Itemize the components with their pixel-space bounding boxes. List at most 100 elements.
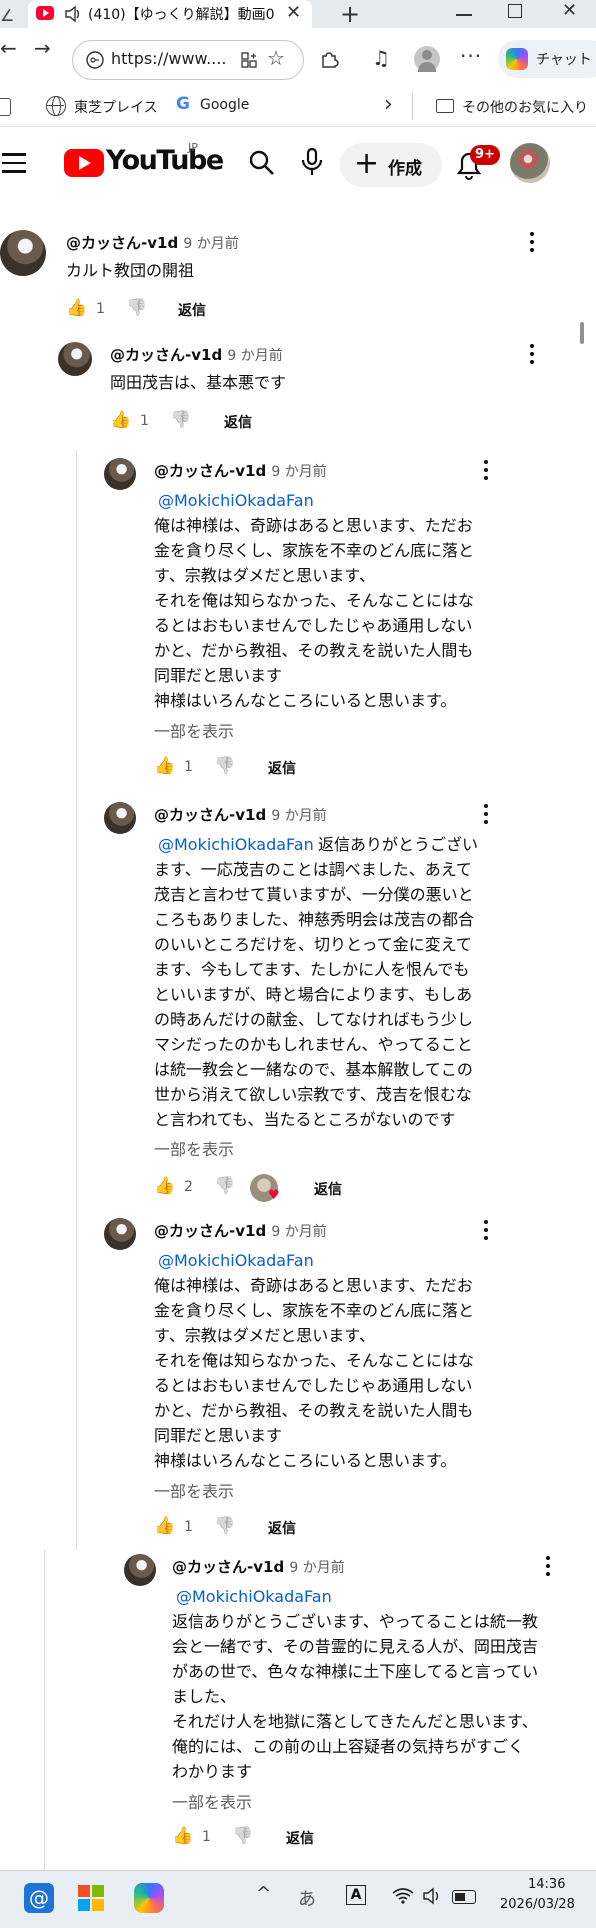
comment-menu-icon[interactable] [546,1556,550,1580]
show-hidden-icons-icon[interactable]: ^ [256,1883,271,1904]
browser-tab-bar: ∠ (410)【ゆっくり解説】動画001 岡 ✕ + ✕ [0,0,596,28]
address-bar[interactable]: https://www.... ☆ [72,40,304,80]
menu-icon[interactable] [2,153,26,173]
tab-actions-icon[interactable] [0,98,11,116]
comment-text: 俺は神様は、奇跡はあると思います、ただお 金を貪り尽くし、家族を不幸のどん底に落… [154,1276,475,1470]
like-icon[interactable]: 👍 [154,756,175,776]
account-avatar[interactable] [510,143,550,183]
comment-time: 9 か月前 [271,808,327,824]
youtube-logo-text[interactable]: YouTube [106,145,224,176]
comment-actions: 👍 2 👎 ♥ 返信 [154,1174,454,1204]
battery-icon[interactable] [452,1890,476,1904]
dislike-icon[interactable]: 👎 [214,1176,235,1196]
mention-link[interactable]: @MokichiOkadaFan [158,488,314,513]
new-tab-icon[interactable]: + [340,0,360,28]
settings-more-icon[interactable]: ··· [460,44,482,68]
ime-pad-icon[interactable]: A [346,1885,366,1905]
minimize-icon[interactable] [456,14,472,16]
like-icon[interactable]: 👍 [110,410,131,430]
reply-button[interactable]: 返信 [178,300,206,320]
comment-text: 返信ありがとうございます、やってることは統一教 会と一緒です、その昔霊的に見える… [172,1612,539,1781]
like-icon[interactable]: 👍 [172,1826,193,1846]
dislike-icon[interactable]: 👎 [126,298,147,318]
url-text[interactable]: https://www.... [111,49,226,68]
mail-app-icon[interactable]: @ [24,1883,54,1913]
site-info-icon[interactable] [85,50,105,70]
favorite-star-icon[interactable]: ☆ [267,46,285,70]
close-tab-icon[interactable]: ✕ [286,2,301,23]
wifi-icon[interactable] [392,1887,414,1905]
mention-link[interactable]: @MokichiOkadaFan [158,1248,314,1273]
show-more-link[interactable]: 一部を表示 [154,718,234,742]
clock-time[interactable]: 14:36 [528,1877,565,1892]
show-more-link[interactable]: 一部を表示 [154,1136,234,1160]
comment-time: 9 か月前 [227,348,283,364]
comment-text: 返信ありがとうござい ます、一応茂吉のことは調べました、あえて 茂吉と言わせて貰… [154,835,479,1129]
volume-icon[interactable] [422,1887,442,1905]
comment-author[interactable]: @カッさん-v1d 9 か月前 [154,1220,327,1241]
comment-menu-icon[interactable] [530,232,534,256]
search-icon[interactable] [248,149,276,177]
media-control-icon[interactable]: ♫ [372,46,390,70]
comment-avatar[interactable] [104,458,136,490]
comment-time: 9 か月前 [183,236,239,252]
comment-menu-icon[interactable] [484,460,488,484]
reply-button[interactable]: 返信 [286,1828,314,1848]
like-icon[interactable]: 👍 [66,298,87,318]
reply-button[interactable]: 返信 [314,1179,342,1199]
copilot-chat-button[interactable]: チャット [498,40,596,78]
comment-avatar[interactable] [104,1218,136,1250]
copilot-app-icon[interactable] [134,1883,164,1913]
chevron-right-icon[interactable]: › [384,92,393,117]
ime-mode[interactable]: あ [298,1885,316,1911]
comment-author[interactable]: @カッさん-v1d 9 か月前 [172,1556,345,1577]
back-icon[interactable]: ← [0,36,17,60]
google-icon: G [176,94,190,114]
comment-avatar[interactable] [104,802,136,834]
reply-button[interactable]: 返信 [224,412,252,432]
create-button[interactable]: + 作成 [340,143,442,187]
mention-link[interactable]: @MokichiOkadaFan [176,1584,332,1609]
comment-author[interactable]: @カッさん-v1d 9 か月前 [154,804,327,825]
scrollbar-thumb[interactable] [580,322,584,344]
comment-text: カルト教団の開祖 [66,261,195,280]
dislike-icon[interactable]: 👎 [232,1826,253,1846]
comment-menu-icon[interactable] [530,344,534,368]
tab-title: (410)【ゆっくり解説】動画001 岡 [88,7,274,23]
show-more-link[interactable]: 一部を表示 [154,1478,234,1502]
reply-button[interactable]: 返信 [268,758,296,778]
forward-icon[interactable]: → [34,36,51,60]
dislike-icon[interactable]: 👎 [170,410,191,430]
like-icon[interactable]: 👍 [154,1516,175,1536]
like-count: 1 [184,759,193,775]
reply-button[interactable]: 返信 [268,1518,296,1538]
comment-author[interactable]: @カッさん-v1d 9 か月前 [154,460,327,481]
speaker-icon[interactable] [64,5,82,23]
browser-tab[interactable]: (410)【ゆっくり解説】動画001 岡 ✕ [28,0,312,28]
other-favorites[interactable]: その他のお気に入り [462,97,588,117]
comment-avatar[interactable] [0,230,46,276]
comment-menu-icon[interactable] [484,804,488,828]
clock-date[interactable]: 2026/03/28 [500,1897,575,1912]
tab-scroll-left-icon[interactable]: ∠ [0,6,14,25]
extensions-icon[interactable] [318,48,340,70]
dislike-icon[interactable]: 👎 [214,756,235,776]
comment-avatar[interactable] [124,1554,156,1586]
show-more-link[interactable]: 一部を表示 [172,1789,252,1813]
bookmark-toshiba[interactable]: 東芝プレイス [74,97,158,117]
youtube-logo-icon[interactable] [64,149,104,177]
comment-menu-icon[interactable] [484,1220,488,1244]
microphone-icon[interactable] [300,147,324,177]
bookmark-google[interactable]: Google [200,97,249,113]
dislike-icon[interactable]: 👎 [214,1516,235,1536]
maximize-icon[interactable] [508,4,522,18]
profile-avatar[interactable] [414,46,440,72]
store-app-icon[interactable] [78,1885,104,1911]
comment-author[interactable]: @カッさん-v1d 9 か月前 [110,344,283,365]
comment-author[interactable]: @カッさん-v1d 9 か月前 [66,232,239,253]
like-icon[interactable]: 👍 [154,1176,175,1196]
comment-avatar[interactable] [58,342,92,376]
notification-badge: 9+ [470,145,500,165]
close-window-icon[interactable]: ✕ [562,0,577,21]
app-available-icon[interactable] [240,51,258,69]
